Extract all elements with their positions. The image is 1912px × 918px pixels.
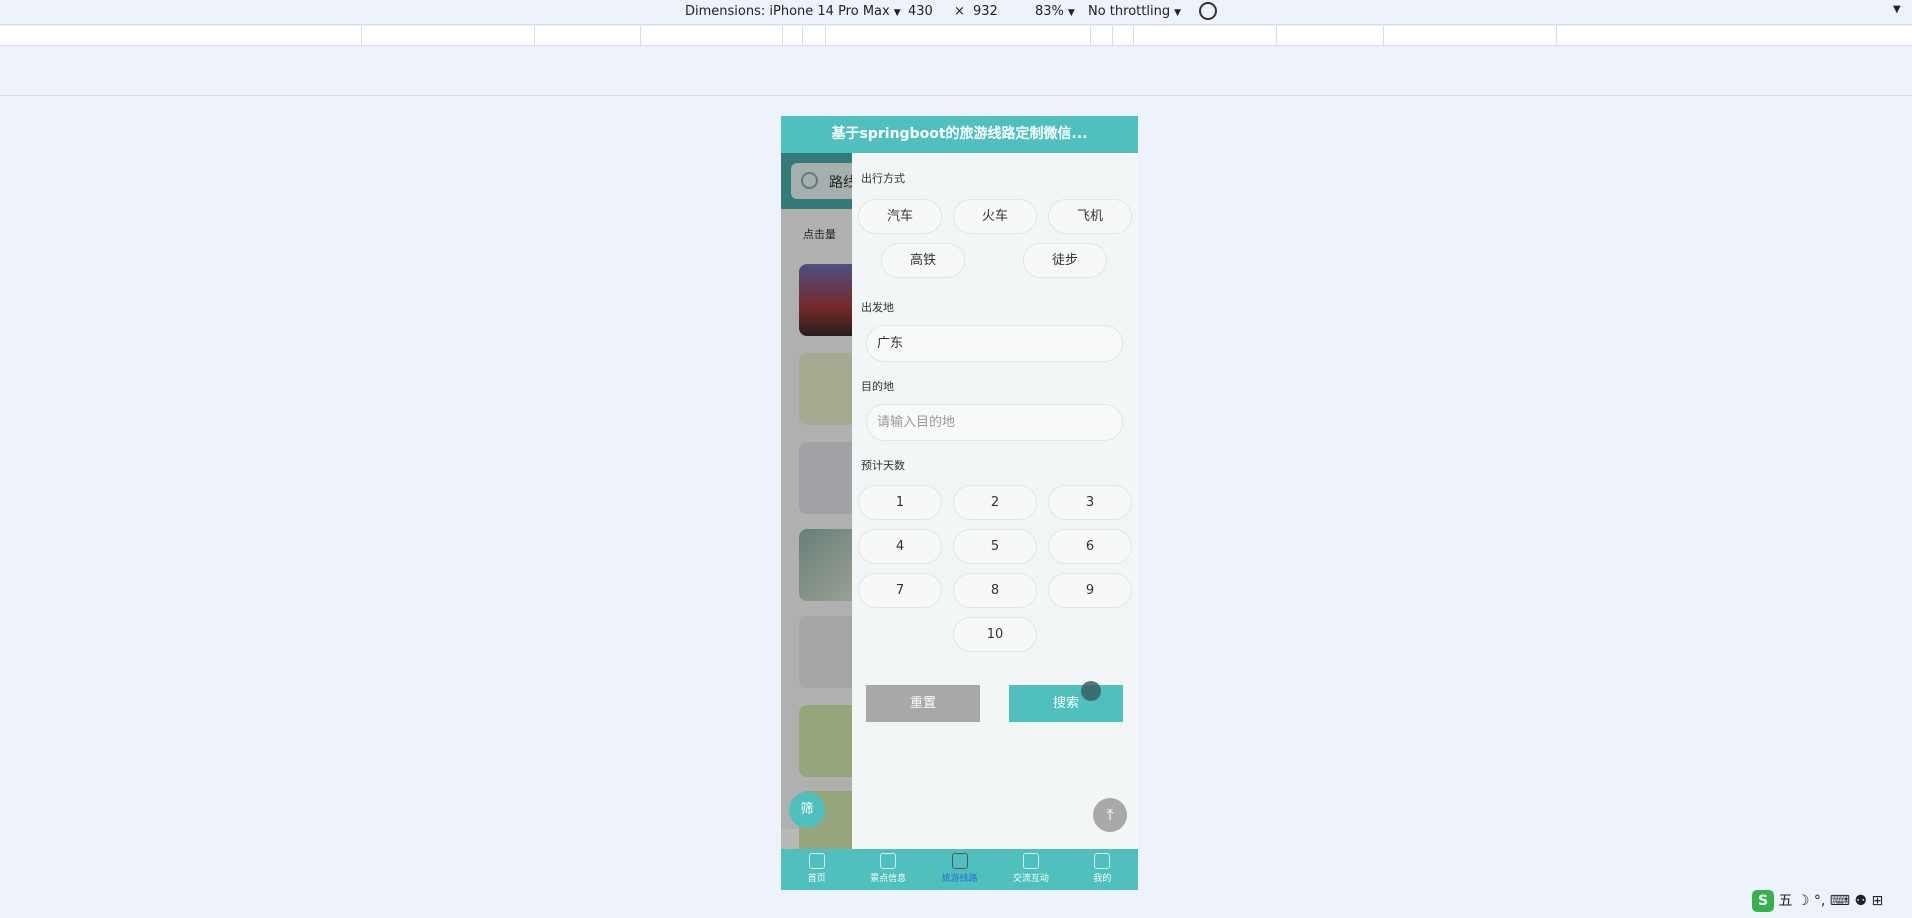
travel-mode-chip[interactable]: 飞机 <box>1048 199 1132 234</box>
tab-label: 首页 <box>807 874 826 884</box>
days-chip[interactable]: 10 <box>953 617 1037 652</box>
ime-mode[interactable]: 五 <box>1778 893 1792 909</box>
days-chip[interactable]: 9 <box>1048 573 1132 608</box>
chat-icon <box>1022 853 1039 869</box>
grid-icon <box>880 853 897 869</box>
days-chip[interactable]: 7 <box>858 573 942 608</box>
bottom-tabbar: 首页 景点信息 旅游线路 交流互动 我的 <box>781 849 1138 890</box>
tab-home[interactable]: 首页 <box>781 849 852 890</box>
travel-mode-chip[interactable]: 高铁 <box>881 243 965 278</box>
width-input[interactable]: 430 <box>908 4 933 19</box>
departure-input[interactable] <box>877 334 1107 349</box>
rotate-icon[interactable] <box>1199 2 1217 20</box>
arrow-up-icon[interactable]: ⤒ <box>1093 798 1127 832</box>
chevron-down-icon[interactable]: ▼ <box>1893 4 1901 15</box>
tab-label: 景点信息 <box>870 874 907 884</box>
days-chip[interactable]: 6 <box>1048 529 1132 564</box>
chevron-down-icon: ▼ <box>893 8 901 18</box>
days-chip[interactable]: 8 <box>953 573 1037 608</box>
tab-mine[interactable]: 我的 <box>1067 849 1138 890</box>
filter-drawer: 出行方式 汽车 火车 飞机 高铁 徒步 出发地 目的地 预计天数 1 2 3 4… <box>852 153 1138 849</box>
tab-attractions[interactable]: 景点信息 <box>852 849 923 890</box>
days-chip[interactable]: 2 <box>953 485 1037 520</box>
search-button[interactable]: 搜索 <box>1009 685 1123 722</box>
route-icon <box>951 853 968 869</box>
travel-mode-chip[interactable]: 火车 <box>953 199 1037 234</box>
throttling-label: No throttling <box>1088 4 1171 19</box>
ime-tray: S 五 ☽ °, ⌨ ⚉ ⊞ <box>1752 890 1883 914</box>
device-viewport: 基于springboot的旅游线路定制微信... 路线 点击量 筛 出行方式 汽… <box>781 116 1138 890</box>
destination-title: 目的地 <box>861 380 894 393</box>
tab-community[interactable]: 交流互动 <box>995 849 1066 890</box>
device-label: Dimensions: iPhone 14 Pro Max <box>685 4 890 19</box>
devtools-toolbar: Dimensions: iPhone 14 Pro Max ▼ 430 × 932… <box>0 0 1912 25</box>
tab-routes[interactable]: 旅游线路 <box>924 849 995 890</box>
departure-title: 出发地 <box>861 301 894 314</box>
filter-button[interactable]: 筛 <box>789 792 825 828</box>
days-chip[interactable]: 5 <box>953 529 1037 564</box>
days-chip[interactable]: 3 <box>1048 485 1132 520</box>
tab-label: 我的 <box>1093 874 1112 884</box>
travel-mode-chip[interactable]: 徒步 <box>1023 243 1107 278</box>
days-title: 预计天数 <box>861 459 905 472</box>
user-icon <box>1094 853 1111 869</box>
zoom-select[interactable]: 83% ▼ <box>1035 4 1075 19</box>
ime-extras[interactable]: ☽ °, ⌨ ⚉ ⊞ <box>1797 893 1883 909</box>
zoom-label: 83% <box>1035 4 1064 19</box>
touch-cursor <box>1081 681 1101 701</box>
times-sign: × <box>954 4 965 19</box>
days-chip[interactable]: 4 <box>858 529 942 564</box>
departure-field[interactable] <box>866 325 1123 362</box>
device-select[interactable]: Dimensions: iPhone 14 Pro Max ▼ <box>685 4 901 19</box>
destination-input[interactable] <box>877 415 1107 430</box>
media-query-ruler <box>0 26 1912 46</box>
tab-label: 旅游线路 <box>941 874 978 884</box>
travel-mode-chip[interactable]: 汽车 <box>858 199 942 234</box>
chevron-down-icon: ▼ <box>1174 8 1181 18</box>
chevron-down-icon: ▼ <box>1067 8 1075 18</box>
destination-field[interactable] <box>866 404 1123 441</box>
reset-button[interactable]: 重置 <box>866 685 980 722</box>
days-chip[interactable]: 1 <box>858 485 942 520</box>
divider <box>0 95 1912 96</box>
tab-label: 交流互动 <box>1012 874 1049 884</box>
page-title: 基于springboot的旅游线路定制微信... <box>781 116 1138 153</box>
travel-mode-title: 出行方式 <box>861 172 905 185</box>
home-icon <box>808 853 825 869</box>
height-input[interactable]: 932 <box>973 4 998 19</box>
throttling-select[interactable]: No throttling ▼ <box>1088 4 1181 19</box>
ime-logo-icon[interactable]: S <box>1752 890 1774 912</box>
